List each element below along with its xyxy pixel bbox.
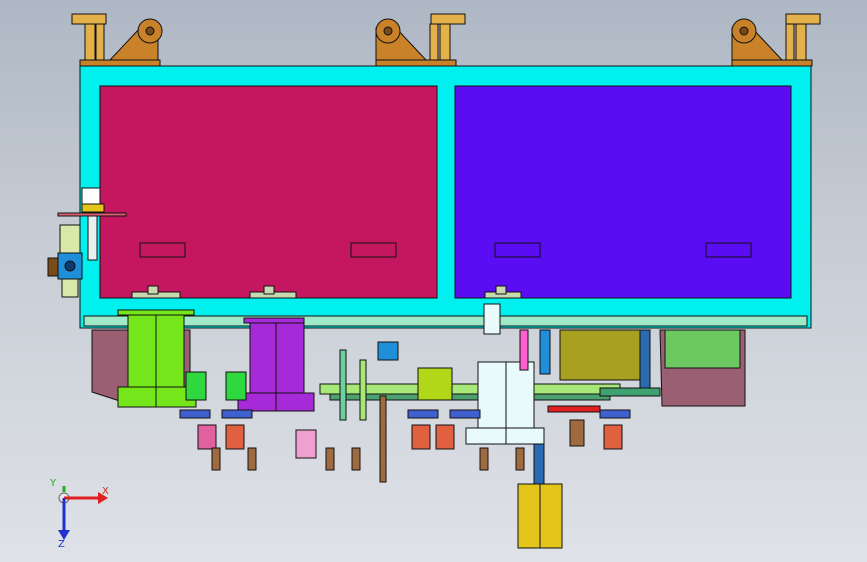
top-mount-middle bbox=[375, 13, 466, 67]
top-mount-right bbox=[731, 13, 821, 67]
left-panel bbox=[99, 85, 438, 299]
cad-viewport[interactable]: X Y Z bbox=[0, 0, 867, 562]
top-mount-left bbox=[71, 13, 163, 67]
frame-bottom-strip bbox=[83, 315, 808, 327]
coordinate-triad: X Y Z bbox=[49, 478, 109, 548]
right-panel bbox=[454, 85, 792, 299]
assembly-model[interactable] bbox=[0, 0, 867, 562]
y-axis-label: Y bbox=[49, 478, 57, 489]
yellow-cylinder bbox=[517, 443, 563, 549]
x-axis-label: X bbox=[102, 486, 109, 497]
z-axis-label: Z bbox=[58, 539, 65, 548]
